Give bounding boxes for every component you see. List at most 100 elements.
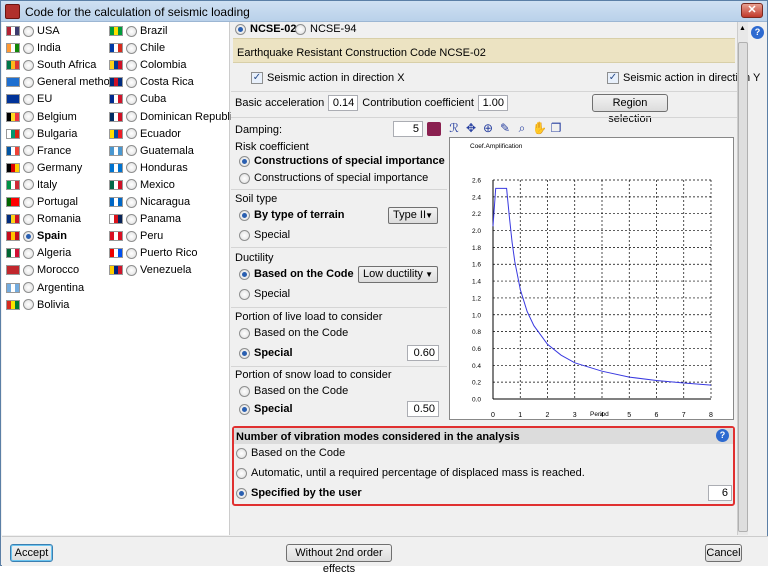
- accept-button[interactable]: Accept: [10, 544, 53, 562]
- country-option-algeria[interactable]: Algeria: [6, 245, 71, 261]
- code-option-ncse94[interactable]: NCSE-94: [295, 23, 356, 35]
- risk-option-2[interactable]: Constructions of special importance: [239, 172, 428, 184]
- radio[interactable]: [23, 179, 34, 191]
- seismic-x-checkbox[interactable]: ✓ Seismic action in direction X: [251, 72, 405, 84]
- radio[interactable]: [126, 128, 137, 140]
- help-icon[interactable]: ?: [751, 26, 764, 39]
- country-option-nicaragua[interactable]: Nicaragua: [109, 194, 190, 210]
- radio[interactable]: [126, 59, 137, 71]
- live-option-special[interactable]: Special: [239, 347, 293, 359]
- region-selection-button[interactable]: Region selection: [592, 94, 668, 125]
- radio[interactable]: [126, 76, 137, 88]
- radio[interactable]: [239, 385, 250, 397]
- scrollbar-thumb[interactable]: [738, 42, 748, 532]
- radio[interactable]: [23, 59, 34, 71]
- country-option-puerto-rico[interactable]: Puerto Rico: [109, 245, 197, 261]
- country-option-costa-rica[interactable]: Costa Rica: [109, 74, 194, 90]
- country-option-peru[interactable]: Peru: [109, 228, 163, 244]
- country-option-romania[interactable]: Romania: [6, 211, 81, 227]
- radio[interactable]: [23, 247, 34, 259]
- radio[interactable]: [23, 111, 34, 122]
- soil-option-terrain[interactable]: By type of terrain: [239, 209, 344, 221]
- radio[interactable]: [23, 128, 34, 140]
- radio[interactable]: [23, 230, 34, 242]
- snow-option-code[interactable]: Based on the Code: [239, 385, 348, 397]
- snow-load-input[interactable]: 0.50: [407, 401, 439, 417]
- snow-option-special[interactable]: Special: [239, 403, 293, 415]
- radio[interactable]: [126, 213, 137, 225]
- copy-icon[interactable]: ❐: [549, 121, 563, 135]
- risk-option-1[interactable]: Constructions of special importance: [239, 155, 445, 167]
- radio[interactable]: [236, 467, 247, 479]
- country-option-eu[interactable]: EU: [6, 91, 52, 107]
- radio[interactable]: [126, 230, 137, 242]
- pan-hand-icon[interactable]: ✋: [532, 121, 547, 135]
- radio[interactable]: [295, 23, 306, 35]
- contribution-input[interactable]: 1.00: [477, 95, 508, 111]
- code-option-ncse02[interactable]: NCSE-02: [235, 23, 296, 35]
- radio[interactable]: [236, 447, 247, 459]
- radio[interactable]: [239, 347, 250, 359]
- country-option-chile[interactable]: Chile: [109, 40, 165, 56]
- basic-acceleration-input[interactable]: 0.14: [328, 95, 359, 111]
- country-option-belgium[interactable]: Belgium: [6, 109, 77, 125]
- country-option-bulgaria[interactable]: Bulgaria: [6, 126, 77, 142]
- checkbox[interactable]: ✓: [607, 72, 619, 84]
- modes-option-user[interactable]: Specified by the user: [236, 487, 362, 499]
- radio[interactable]: [23, 145, 34, 157]
- radio[interactable]: [126, 42, 137, 54]
- zoom-all-icon[interactable]: ✥: [464, 121, 478, 135]
- country-option-usa[interactable]: USA: [6, 23, 60, 39]
- radio[interactable]: [126, 196, 137, 208]
- country-option-bolivia[interactable]: Bolivia: [6, 297, 69, 313]
- country-option-guatemala[interactable]: Guatemala: [109, 143, 194, 159]
- close-button[interactable]: ✕: [741, 3, 763, 18]
- radio[interactable]: [239, 229, 250, 241]
- radio[interactable]: [23, 93, 34, 105]
- ductility-option-code[interactable]: Based on the Code: [239, 268, 354, 280]
- country-option-portugal[interactable]: Portugal: [6, 194, 78, 210]
- radio[interactable]: [239, 155, 250, 167]
- country-option-panama[interactable]: Panama: [109, 211, 181, 227]
- radio[interactable]: [126, 162, 137, 174]
- country-option-france[interactable]: France: [6, 143, 71, 159]
- radio[interactable]: [235, 23, 246, 35]
- radio[interactable]: [126, 145, 137, 157]
- damping-input[interactable]: 5: [393, 121, 423, 137]
- country-option-argentina[interactable]: Argentina: [6, 280, 84, 296]
- radio[interactable]: [23, 76, 34, 88]
- country-option-ecuador[interactable]: Ecuador: [109, 126, 181, 142]
- radio[interactable]: [126, 111, 137, 122]
- soil-option-special[interactable]: Special: [239, 229, 290, 241]
- country-option-general-method[interactable]: General method: [6, 74, 116, 90]
- radio[interactable]: [23, 196, 34, 208]
- radio[interactable]: [23, 25, 34, 37]
- country-option-south-africa[interactable]: South Africa: [6, 57, 96, 73]
- country-option-colombia[interactable]: Colombia: [109, 57, 186, 73]
- radio[interactable]: [126, 179, 137, 191]
- radio[interactable]: [239, 288, 250, 300]
- radio[interactable]: [239, 403, 250, 415]
- country-option-honduras[interactable]: Honduras: [109, 160, 188, 176]
- book-icon[interactable]: [427, 122, 441, 136]
- country-option-germany[interactable]: Germany: [6, 160, 82, 176]
- country-option-morocco[interactable]: Morocco: [6, 262, 79, 278]
- radio[interactable]: [126, 247, 137, 259]
- zoom-window-icon[interactable]: ⌕: [515, 121, 529, 135]
- country-option-dominican-republic[interactable]: Dominican Republic: [109, 109, 238, 125]
- modes-option-automatic[interactable]: Automatic, until a required percentage o…: [236, 467, 585, 479]
- radio[interactable]: [126, 93, 137, 105]
- radio[interactable]: [23, 162, 34, 174]
- radio[interactable]: [23, 282, 34, 293]
- country-option-mexico[interactable]: Mexico: [109, 177, 175, 193]
- country-option-brazil[interactable]: Brazil: [109, 23, 168, 39]
- radio[interactable]: [23, 42, 34, 54]
- redraw-icon[interactable]: ℛ: [447, 121, 461, 135]
- live-option-code[interactable]: Based on the Code: [239, 327, 348, 339]
- radio[interactable]: [23, 213, 34, 225]
- radio[interactable]: [23, 299, 34, 311]
- country-option-italy[interactable]: Italy: [6, 177, 57, 193]
- terrain-type-select[interactable]: Type II: [388, 207, 438, 224]
- cancel-button[interactable]: Cancel: [705, 544, 742, 562]
- vertical-scrollbar[interactable]: ▲: [737, 22, 748, 535]
